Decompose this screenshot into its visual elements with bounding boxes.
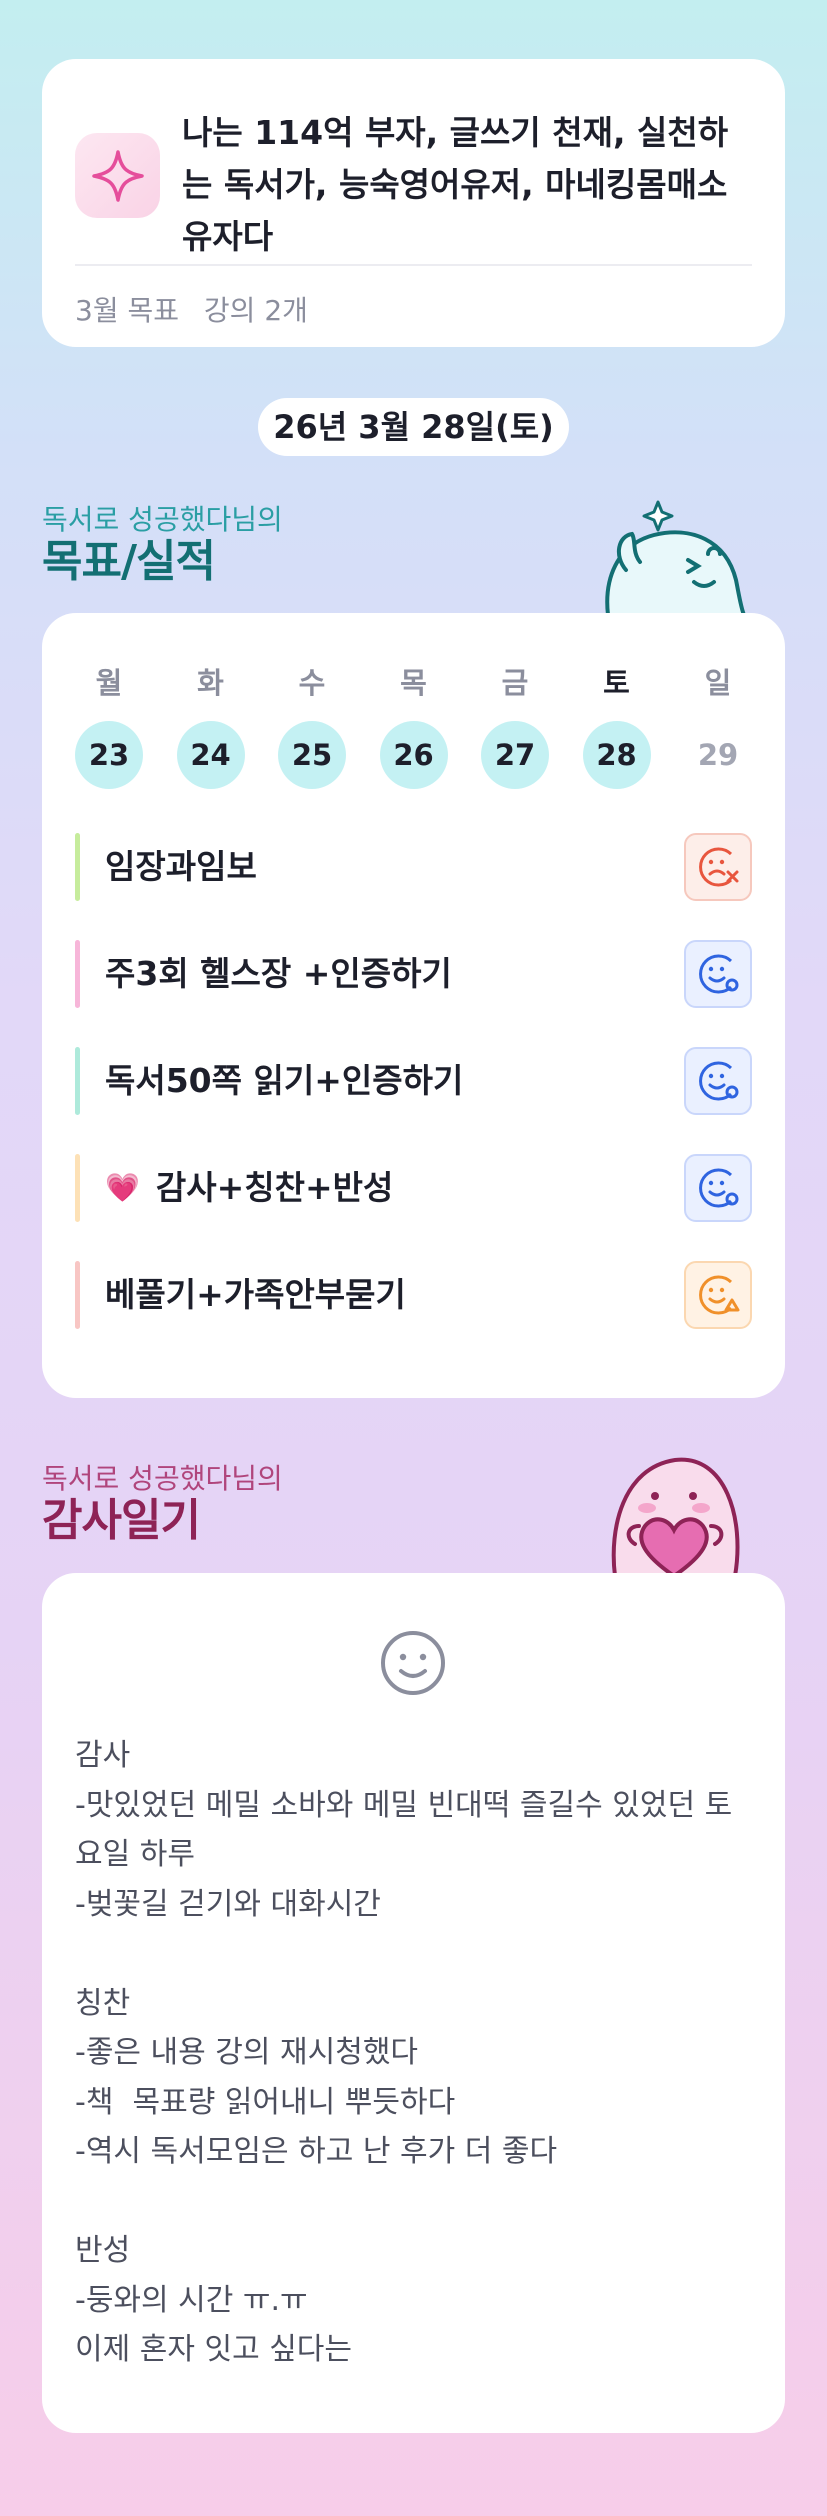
smile-success-status-icon[interactable] — [684, 1154, 752, 1222]
diary-card: 감사 -맛있었던 메밀 소바와 메밀 빈대떡 즐길수 있었던 토요일 하루 -벚… — [42, 1573, 785, 2433]
goal-card[interactable]: 나는 114억 부자, 글쓰기 천재, 실천하는 독서가, 능숙영어유저, 마네… — [42, 59, 785, 347]
diary-text: 감사 -맛있었던 메밀 소바와 메밀 빈대떡 즐길수 있었던 토요일 하루 -벚… — [75, 1738, 733, 2367]
day-sat[interactable]: 토 28 — [582, 663, 651, 789]
task-color-bar — [75, 940, 80, 1008]
day-wed[interactable]: 수 25 — [278, 663, 346, 789]
heart-mascot-icon — [595, 1448, 755, 1580]
task-color-bar — [75, 833, 80, 901]
smile-success-status-icon[interactable] — [684, 940, 752, 1008]
goal-month-label: 3월 목표 — [75, 294, 179, 327]
day-number: 27 — [481, 721, 549, 789]
sparkle-icon — [75, 133, 160, 218]
day-sun[interactable]: 일 29 — [684, 663, 752, 789]
week-calendar: 월 23 화 24 수 25 목 26 금 27 토 28 일 29 — [75, 663, 752, 789]
routine-section-title: 목표/실적 — [42, 536, 216, 587]
routine-card: 월 23 화 24 수 25 목 26 금 27 토 28 일 29 임장과임보… — [42, 613, 785, 1398]
day-mon[interactable]: 월 23 — [75, 663, 143, 789]
task-label: 주3회 헬스장 +인증하기 — [105, 954, 452, 993]
heart-emoji-icon: 💗 — [105, 1171, 140, 1204]
goal-meta: 3월 목표 강의 2개 — [75, 289, 308, 329]
sad-fail-status-icon[interactable] — [684, 833, 752, 901]
task-item[interactable]: 임장과임보 — [75, 833, 752, 901]
day-tue[interactable]: 화 24 — [176, 663, 245, 789]
task-color-bar — [75, 1261, 80, 1329]
day-fri[interactable]: 금 27 — [481, 663, 549, 789]
smile-partial-status-icon[interactable] — [684, 1261, 752, 1329]
day-name: 금 — [501, 666, 529, 700]
task-item[interactable]: 베풀기+가족안부묻기 — [75, 1261, 752, 1329]
day-name: 월 — [95, 666, 123, 700]
day-name: 화 — [197, 666, 224, 700]
day-name: 일 — [704, 666, 732, 700]
diary-section-title: 감사일기 — [42, 1495, 201, 1546]
day-number: 23 — [75, 721, 143, 789]
task-label: 베풀기+가족안부묻기 — [105, 1275, 406, 1314]
task-item[interactable]: 주3회 헬스장 +인증하기 — [75, 940, 752, 1008]
task-label: 감사+칭찬+반성 — [155, 1168, 394, 1207]
goal-lecture-count: 강의 2개 — [203, 294, 308, 327]
ghost-mascot-icon — [596, 490, 756, 619]
task-label-wrap: 💗 감사+칭찬+반성 — [105, 1154, 393, 1222]
date-label[interactable]: 26년 3월 28일(토) — [258, 398, 569, 456]
task-color-bar — [75, 1154, 80, 1222]
day-number: 28 — [582, 721, 651, 789]
day-number: 29 — [697, 738, 739, 772]
task-item[interactable]: 💗 감사+칭찬+반성 — [75, 1154, 752, 1222]
smile-face-icon[interactable] — [379, 1629, 447, 1701]
task-label: 임장과임보 — [105, 847, 257, 886]
divider — [75, 264, 752, 266]
task-item[interactable]: 독서50쪽 읽기+인증하기 — [75, 1047, 752, 1115]
day-number: 25 — [278, 721, 346, 789]
task-label: 독서50쪽 읽기+인증하기 — [105, 1061, 464, 1100]
day-number: 24 — [176, 721, 245, 789]
day-name: 수 — [298, 666, 326, 700]
task-color-bar — [75, 1047, 80, 1115]
day-number: 26 — [379, 721, 448, 789]
day-name: 목 — [400, 666, 427, 700]
smile-success-status-icon[interactable] — [684, 1047, 752, 1115]
day-thu[interactable]: 목 26 — [379, 663, 448, 789]
goal-title: 나는 114억 부자, 글쓰기 천재, 실천하는 독서가, 능숙영어유저, 마네… — [182, 113, 729, 256]
day-name: 토 — [603, 666, 630, 700]
